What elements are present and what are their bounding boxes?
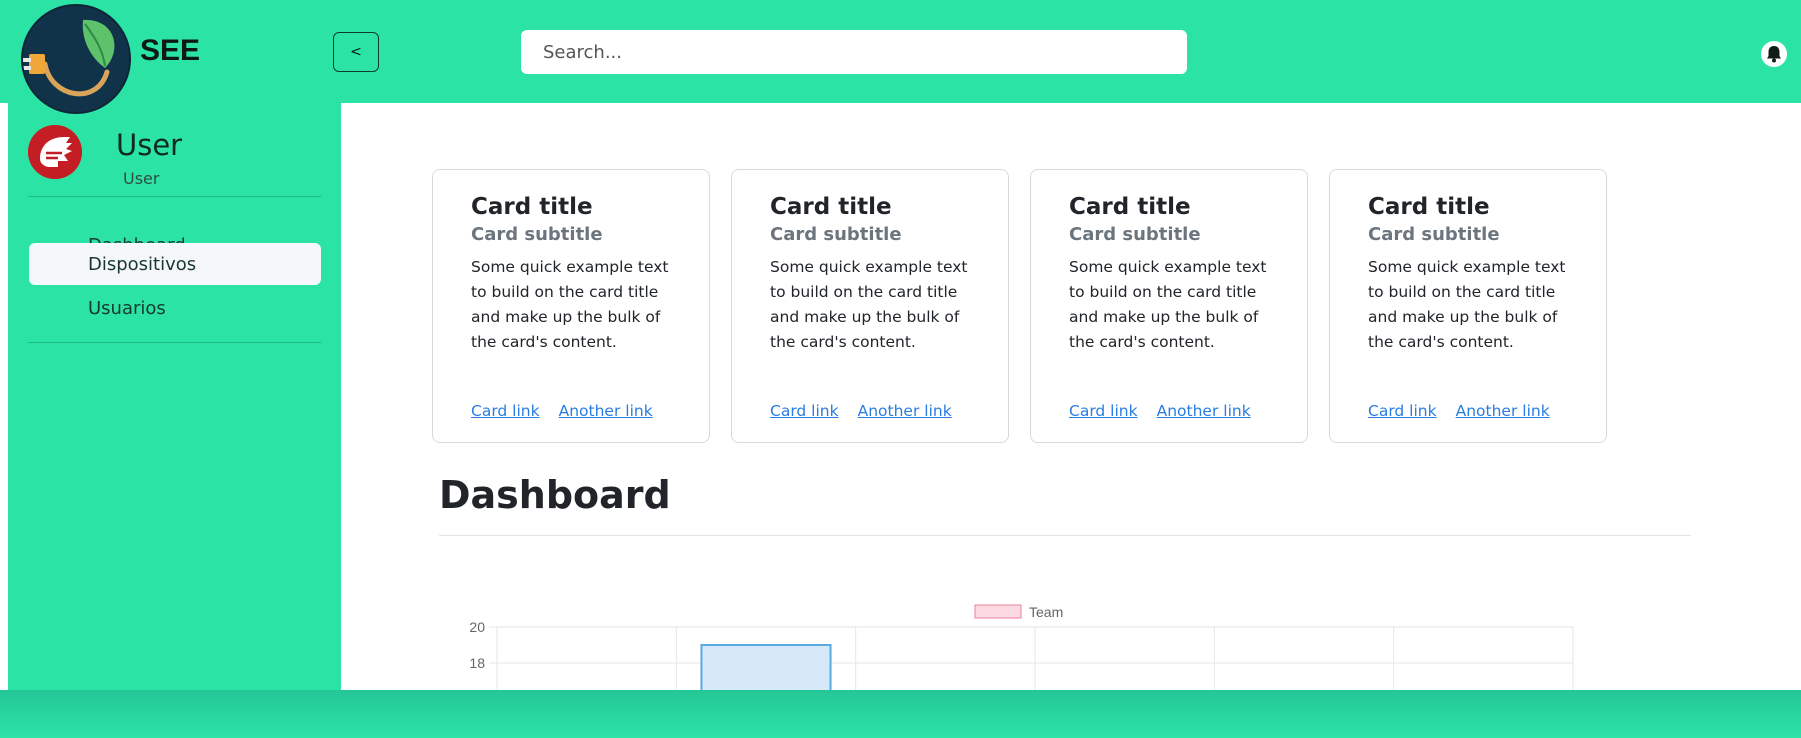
card-link[interactable]: Card link (471, 402, 540, 420)
sidebar-toggle-button[interactable]: < (333, 32, 379, 72)
card: Card title Card subtitle Some quick exam… (1329, 169, 1607, 443)
sidebar-divider (28, 342, 321, 343)
card-title: Card title (1069, 194, 1191, 220)
user-avatar[interactable] (28, 125, 82, 179)
card-link[interactable]: Card link (1368, 402, 1437, 420)
brand-logo[interactable] (23, 6, 129, 112)
delphi-helmet-icon (28, 125, 82, 179)
card-subtitle: Card subtitle (770, 224, 902, 245)
y-tick-label: 18 (469, 655, 485, 671)
plug-leaf-logo-icon (23, 6, 129, 112)
card-subtitle: Card subtitle (471, 224, 603, 245)
card-title: Card title (471, 194, 593, 220)
bar-chart: 201816Team (469, 604, 1574, 695)
user-name: User (116, 128, 183, 162)
sidebar: User User Dashboard Dispositivos Usuario… (8, 103, 341, 690)
bell-icon[interactable] (1761, 41, 1787, 67)
card-text: Some quick example text to build on the … (471, 258, 669, 351)
user-role: User (123, 169, 160, 188)
card: Card title Card subtitle Some quick exam… (731, 169, 1009, 443)
bottom-bar (0, 690, 1801, 738)
sidebar-item-usuarios[interactable]: Usuarios (29, 285, 321, 331)
card-title: Card title (1368, 194, 1490, 220)
search-input[interactable]: Search... (521, 30, 1187, 74)
another-link[interactable]: Another link (1157, 402, 1251, 420)
sidebar-divider (28, 196, 321, 197)
card-text: Some quick example text to build on the … (770, 258, 968, 351)
another-link[interactable]: Another link (858, 402, 952, 420)
card-link[interactable]: Card link (1069, 402, 1138, 420)
y-tick-label: 20 (469, 619, 485, 635)
card-link[interactable]: Card link (770, 402, 839, 420)
bar (700, 644, 832, 695)
card-text: Some quick example text to build on the … (1069, 258, 1267, 351)
card-subtitle: Card subtitle (1368, 224, 1500, 245)
sidebar-item-label: Usuarios (88, 297, 166, 319)
card: Card title Card subtitle Some quick exam… (432, 169, 710, 443)
page-title: Dashboard (439, 473, 671, 517)
card: Card title Card subtitle Some quick exam… (1030, 169, 1308, 443)
title-divider (439, 535, 1691, 536)
legend-label: Team (1029, 604, 1063, 620)
sidebar-item-dispositivos[interactable]: Dispositivos (29, 243, 321, 285)
main-content: Card title Card subtitle Some quick exam… (341, 103, 1801, 695)
another-link[interactable]: Another link (559, 402, 653, 420)
card-title: Card title (770, 194, 892, 220)
sidebar-item-label: Dispositivos (88, 253, 197, 275)
brand-name: SEE (140, 34, 201, 67)
card-text: Some quick example text to build on the … (1368, 258, 1566, 351)
another-link[interactable]: Another link (1456, 402, 1550, 420)
legend-swatch (974, 604, 1022, 619)
card-subtitle: Card subtitle (1069, 224, 1201, 245)
